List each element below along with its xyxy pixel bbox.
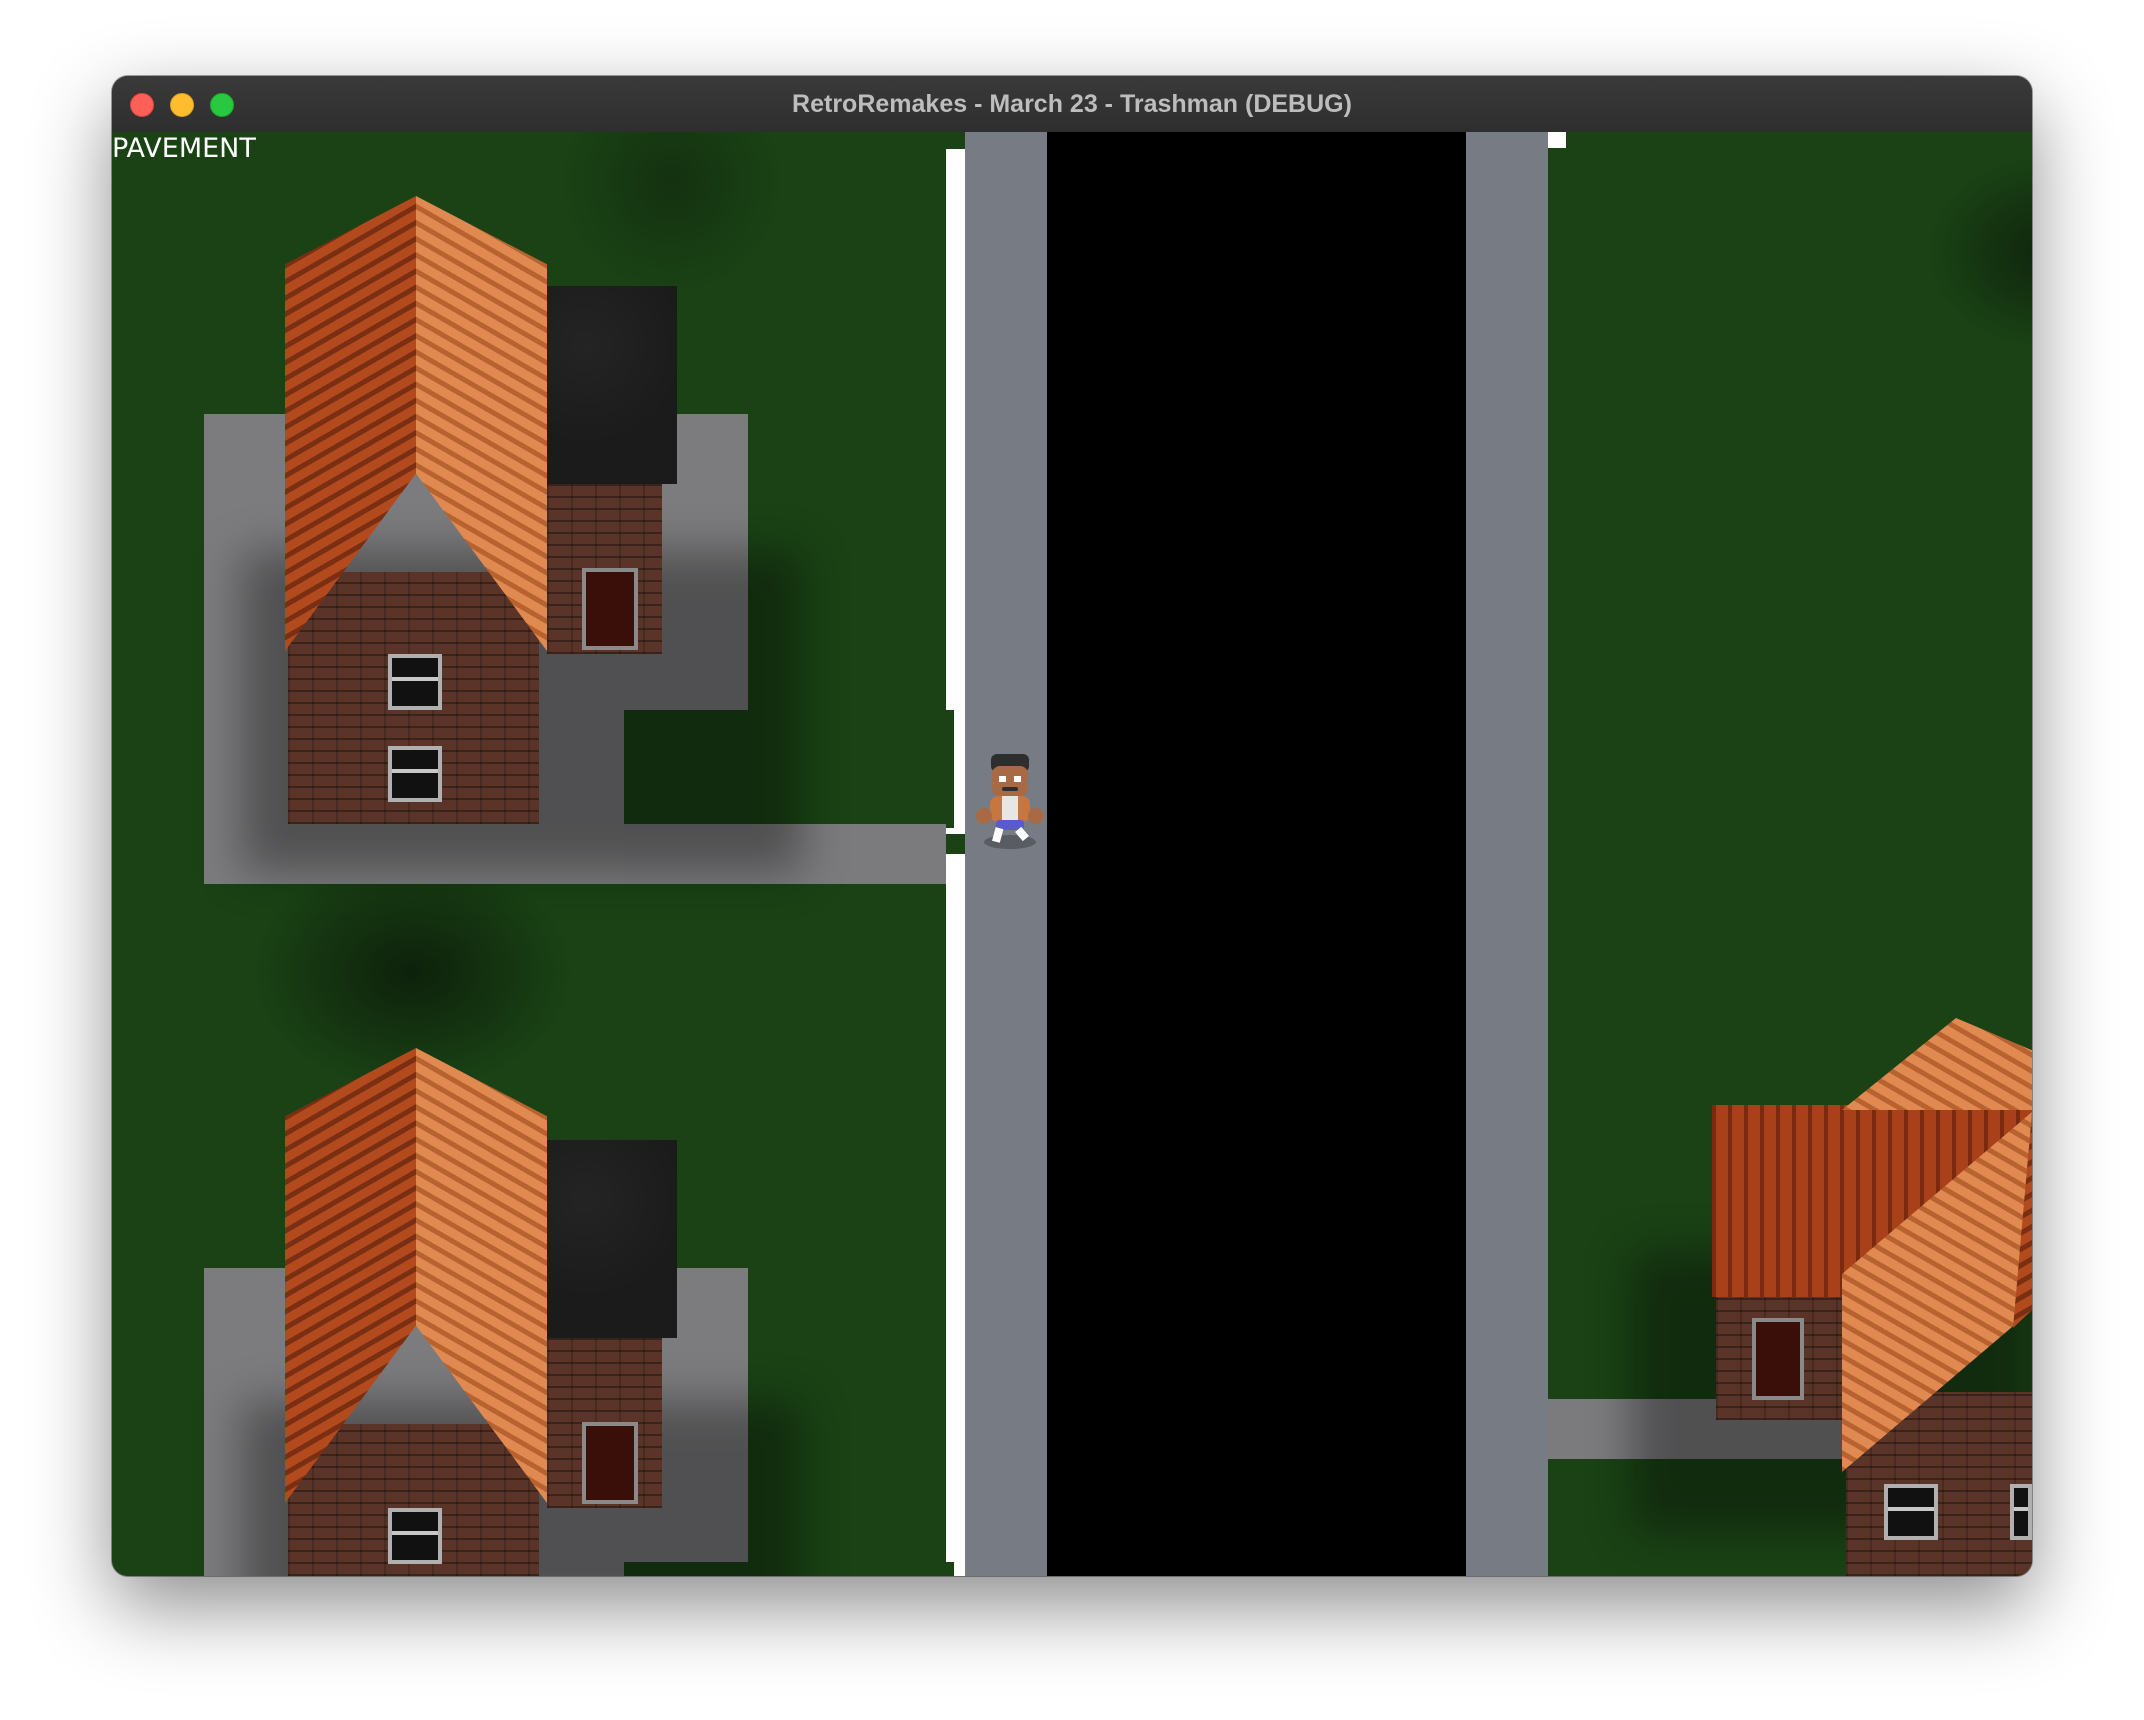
player-face — [992, 766, 1028, 796]
player-mustache — [1002, 787, 1018, 791]
roof-ridge — [1842, 1018, 2032, 1110]
player-shadow — [984, 835, 1036, 849]
extension-roof — [547, 1140, 677, 1338]
player-shirt — [1002, 796, 1018, 820]
roof-front-slope — [1842, 1112, 2032, 1472]
title-bar[interactable]: RetroRemakes - March 23 - Trashman (DEBU… — [112, 76, 2032, 133]
debug-surface-label: PAVEMENT — [112, 133, 256, 164]
house-door — [1752, 1318, 1804, 1400]
house-window — [2010, 1484, 2032, 1540]
player-eye — [1014, 776, 1021, 782]
extension-roof — [547, 286, 677, 484]
player-hand — [976, 808, 992, 824]
house-door — [582, 568, 638, 650]
left-pavement — [965, 132, 1047, 1576]
right-pavement — [1466, 132, 1548, 1576]
house-window — [388, 746, 442, 802]
roof-gable — [285, 196, 547, 651]
app-window: RetroRemakes - March 23 - Trashman (DEBU… — [112, 76, 2032, 1576]
road — [1047, 132, 1466, 1576]
house-window — [1884, 1484, 1938, 1540]
curb-lower — [946, 854, 965, 1576]
roof-gable — [1842, 1112, 2032, 1472]
debug-marker — [1548, 132, 1566, 148]
player-eye — [999, 776, 1006, 782]
game-canvas[interactable]: PAVEMENT — [112, 132, 2032, 1576]
player-sprite[interactable] — [970, 752, 1050, 852]
house-window — [388, 1508, 442, 1564]
window-title: RetroRemakes - March 23 - Trashman (DEBU… — [792, 90, 1352, 118]
house-door — [582, 1422, 638, 1504]
player-hand — [1028, 808, 1044, 824]
roof-gable — [285, 1048, 547, 1503]
house-window — [388, 654, 442, 710]
